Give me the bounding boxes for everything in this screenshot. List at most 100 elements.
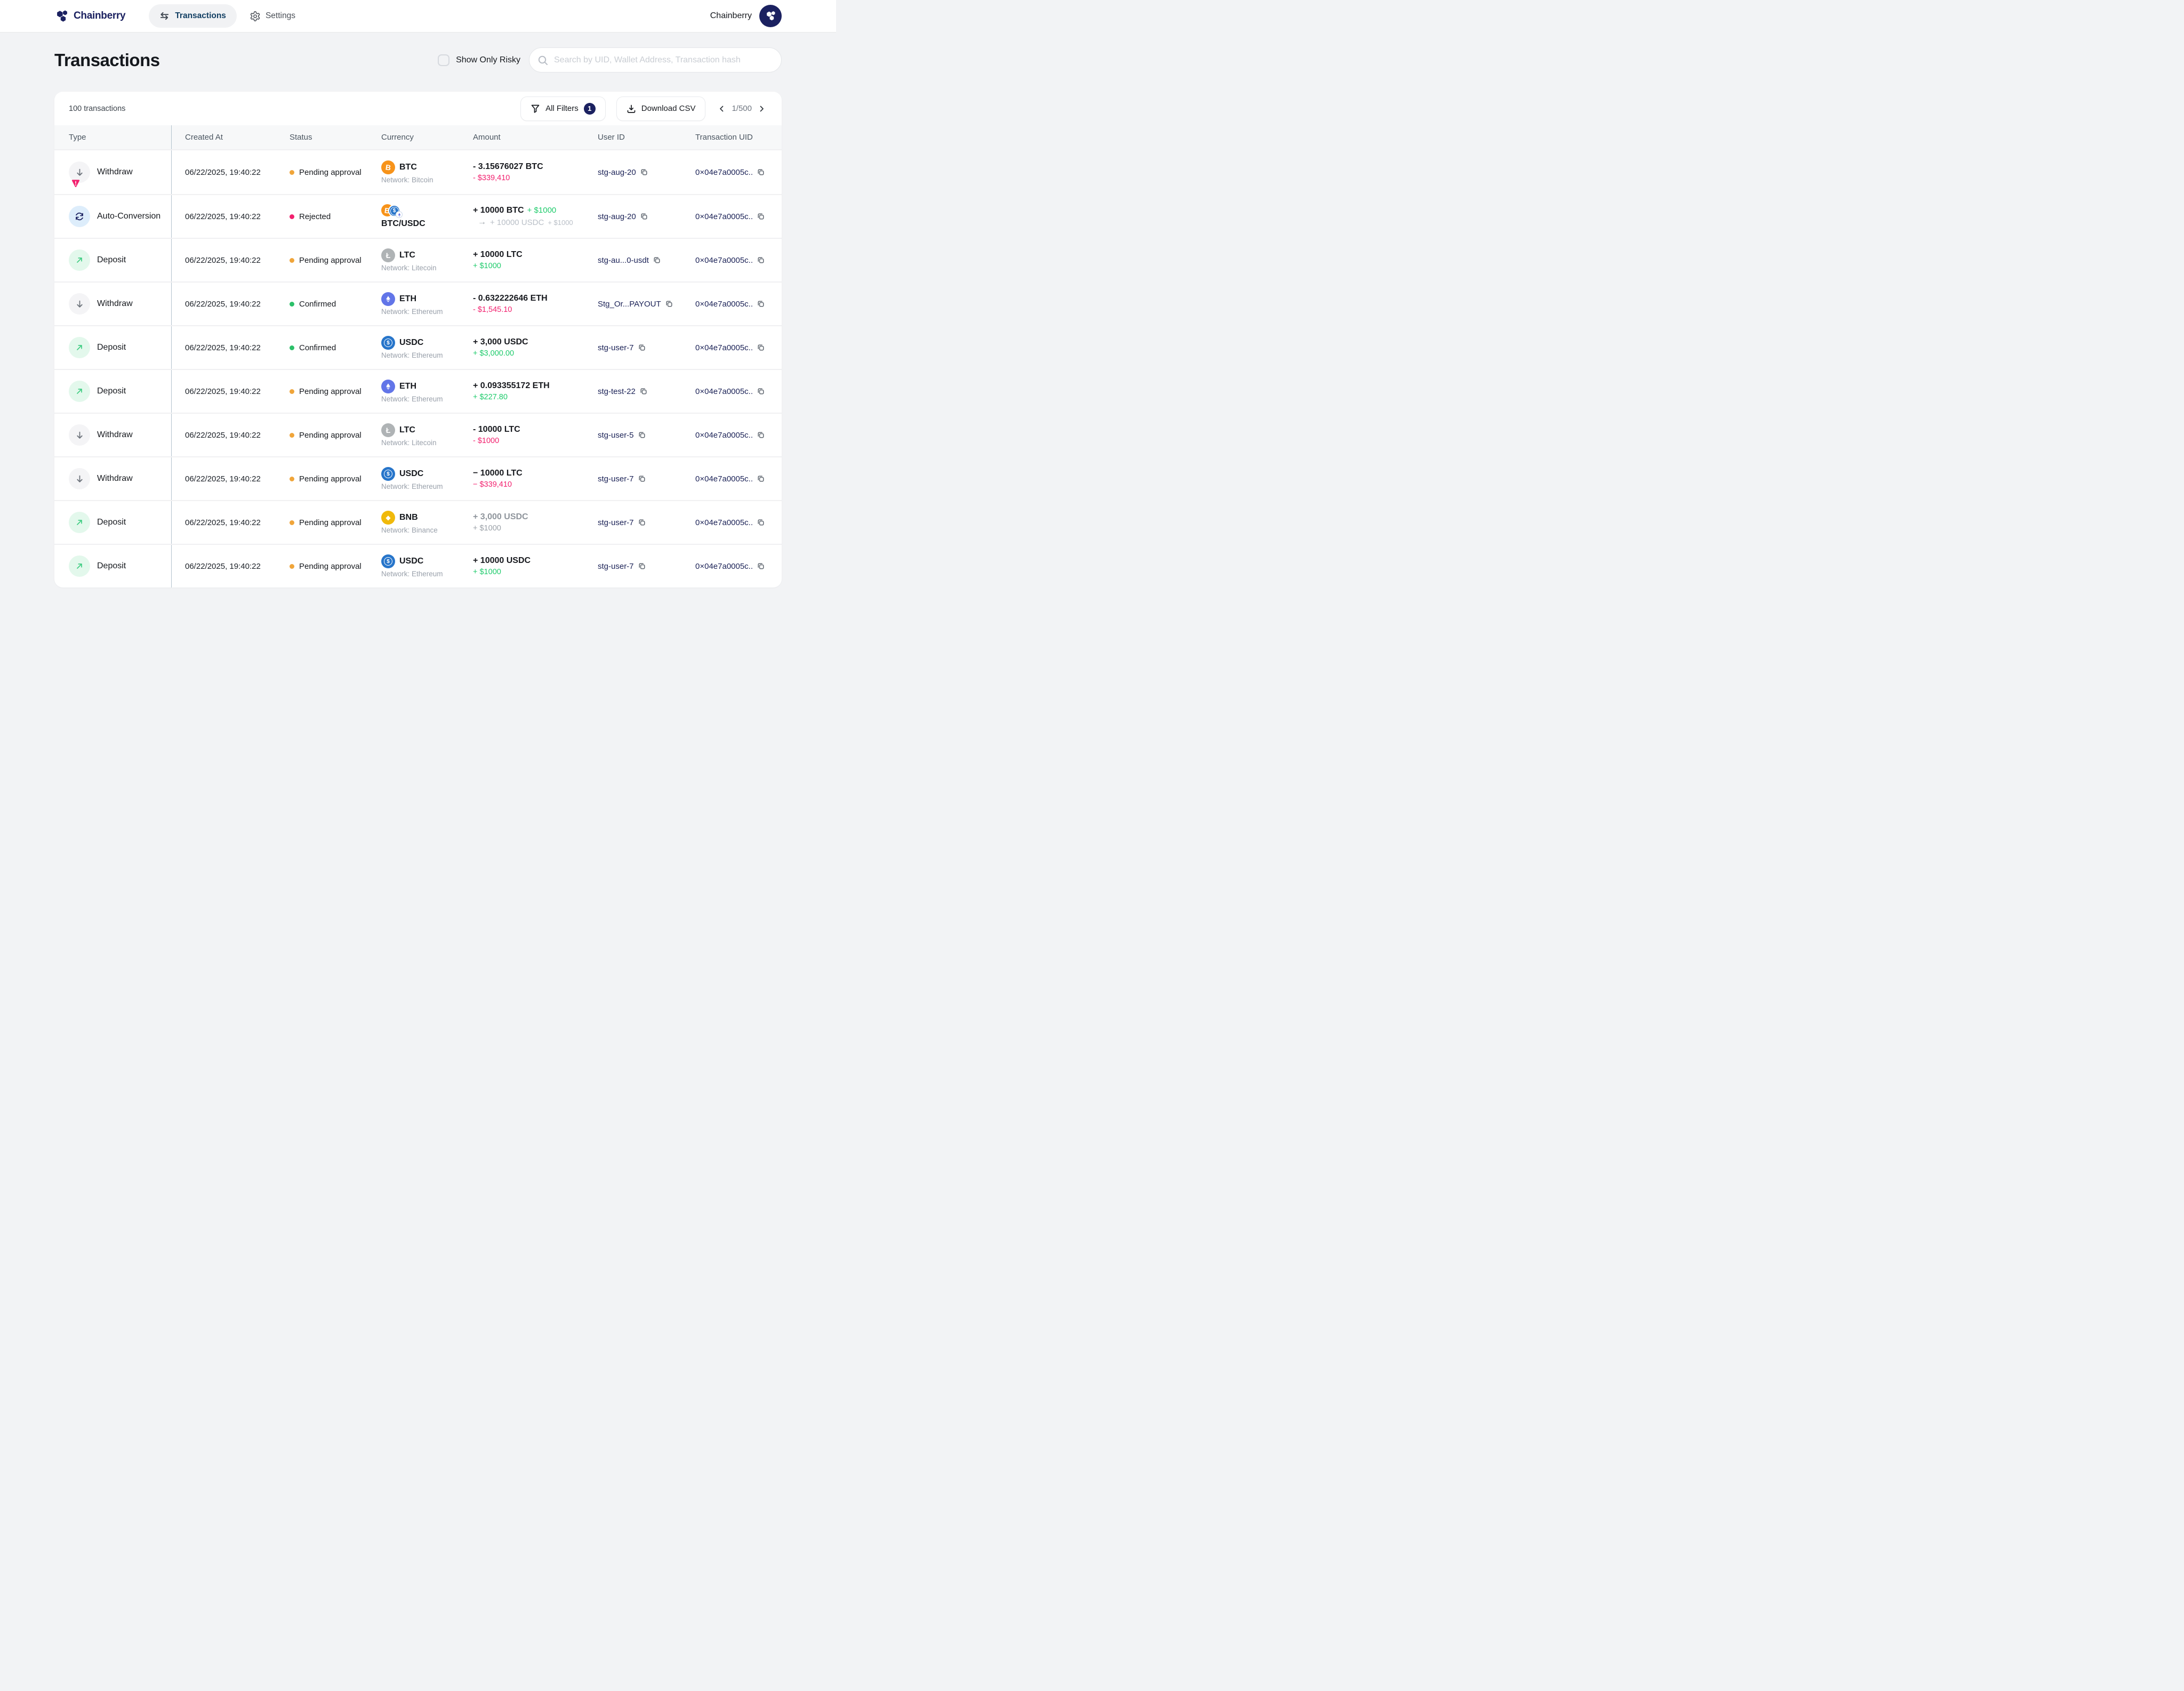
transaction-uid-cell: 0×04e7a0005c..	[695, 457, 782, 500]
copy-uid-button[interactable]	[757, 212, 765, 221]
type-label: Withdraw	[97, 299, 133, 309]
transactions-count: 100 transactions	[69, 104, 125, 113]
table-row[interactable]: Withdraw06/22/2025, 19:40:22ConfirmedETH…	[54, 281, 782, 325]
transaction-uid: 0×04e7a0005c..	[695, 562, 753, 571]
user-id: stg-au...0-usdt	[598, 256, 649, 265]
copy-user-id-button[interactable]	[653, 256, 661, 264]
page-indicator: 1/500	[732, 104, 752, 113]
copy-uid-button[interactable]	[757, 300, 765, 308]
col-type: Type	[54, 125, 172, 149]
amount-crypto: - 0.632222646 ETH	[473, 294, 548, 303]
table-body: Withdraw06/22/2025, 19:40:22Pending appr…	[54, 150, 782, 587]
copy-uid-button[interactable]	[757, 562, 765, 570]
type-label: Deposit	[97, 518, 126, 527]
prev-page-button[interactable]	[716, 103, 727, 115]
currency-symbol: BTC	[399, 163, 417, 172]
copy-user-id-button[interactable]	[640, 168, 648, 176]
all-filters-button[interactable]: All Filters 1	[520, 96, 606, 121]
page-title: Transactions	[54, 50, 160, 70]
brand[interactable]: Chainberry	[54, 9, 125, 23]
amount-fiat: - $1000	[473, 437, 499, 445]
amount-fiat: + $1000	[473, 262, 501, 270]
table-row[interactable]: Deposit06/22/2025, 19:40:22Pending appro…	[54, 500, 782, 544]
status-dot	[290, 389, 294, 394]
copy-user-id-button[interactable]	[638, 431, 646, 439]
created-at-cell: 06/22/2025, 19:40:22	[172, 239, 290, 281]
show-only-risky-toggle[interactable]: Show Only Risky	[438, 54, 520, 66]
risky-checkbox[interactable]	[438, 54, 449, 66]
copy-user-id-button[interactable]	[640, 212, 648, 221]
copy-user-id-button[interactable]	[638, 343, 646, 352]
table-row[interactable]: Deposit06/22/2025, 19:40:22Confirmed$USD…	[54, 325, 782, 369]
copy-user-id-button[interactable]	[665, 300, 673, 308]
created-at-cell: 06/22/2025, 19:40:22	[172, 150, 290, 194]
next-page-button[interactable]	[757, 103, 767, 115]
created-at-cell: 06/22/2025, 19:40:22	[172, 457, 290, 500]
status-dot	[290, 302, 294, 307]
currency-symbol: LTC	[399, 251, 415, 260]
transaction-uid: 0×04e7a0005c..	[695, 518, 753, 527]
amount-cell: - 0.632222646 ETH- $1,545.10	[473, 283, 598, 325]
amount-crypto: - 3.15676027 BTC	[473, 162, 543, 171]
amount-fiat: + $1000	[473, 524, 501, 533]
copy-uid-button[interactable]	[757, 518, 765, 527]
conversion-fiat: + $1000	[548, 219, 573, 227]
col-amount: Amount	[473, 133, 598, 142]
type-label: Withdraw	[97, 474, 133, 484]
amount-fiat: − $339,410	[473, 480, 512, 489]
copy-uid-button[interactable]	[757, 431, 765, 439]
nav-transactions[interactable]: Transactions	[149, 4, 237, 28]
transaction-uid: 0×04e7a0005c..	[695, 212, 753, 221]
status-cell: Pending approval	[290, 414, 381, 456]
eth-icon	[381, 292, 395, 306]
created-at-cell: 06/22/2025, 19:40:22	[172, 545, 290, 587]
copy-uid-button[interactable]	[757, 343, 765, 352]
status-dot	[290, 564, 294, 569]
search-input[interactable]	[529, 47, 782, 73]
table-row[interactable]: Auto-Conversion06/22/2025, 19:40:22Rejec…	[54, 194, 782, 238]
type-cell: Withdraw	[54, 457, 172, 500]
amount-crypto: + 3,000 USDC	[473, 512, 528, 521]
type-label: Withdraw	[97, 430, 133, 440]
ltc-icon: Ł	[381, 248, 395, 262]
type-cell: Deposit	[54, 501, 172, 544]
avatar[interactable]	[759, 5, 782, 27]
amount-cell: + 10000 LTC+ $1000	[473, 239, 598, 281]
header-right: Chainberry	[710, 5, 782, 27]
table-row[interactable]: Deposit06/22/2025, 19:40:22Pending appro…	[54, 544, 782, 587]
currency-cell: $USDCNetwork: Ethereum	[381, 326, 473, 369]
table-row[interactable]: Deposit06/22/2025, 19:40:22Pending appro…	[54, 238, 782, 281]
amount-fiat: + $3,000.00	[473, 349, 514, 358]
status-label: Pending approval	[299, 562, 362, 571]
copy-user-id-button[interactable]	[638, 518, 646, 527]
user-id-cell: stg-au...0-usdt	[598, 239, 695, 281]
copy-user-id-button[interactable]	[638, 562, 646, 570]
copy-user-id-button[interactable]	[639, 387, 648, 396]
amount-cell: - 3.15676027 BTC- $339,410	[473, 150, 598, 194]
amount-cell: + 3,000 USDC + $1000	[473, 501, 598, 544]
copy-uid-button[interactable]	[757, 256, 765, 264]
created-at-cell: 06/22/2025, 19:40:22	[172, 501, 290, 544]
filter-funnel-icon	[531, 104, 540, 114]
deposit-icon	[69, 512, 90, 533]
network-label: Network: Ethereum	[381, 395, 443, 403]
copy-uid-button[interactable]	[757, 168, 765, 176]
transactions-card: 100 transactions All Filters 1 Download	[54, 92, 782, 587]
user-id-cell: stg-user-7	[598, 501, 695, 544]
nav-settings[interactable]: Settings	[246, 11, 299, 22]
download-csv-button[interactable]: Download CSV	[616, 96, 706, 121]
table-row[interactable]: Deposit06/22/2025, 19:40:22Pending appro…	[54, 369, 782, 413]
status-label: Confirmed	[299, 300, 336, 309]
currency-cell: ETHNetwork: Ethereum	[381, 283, 473, 325]
copy-uid-button[interactable]	[757, 387, 765, 396]
network-label: Network: Ethereum	[381, 351, 443, 359]
table-row[interactable]: Withdraw06/22/2025, 19:40:22Pending appr…	[54, 150, 782, 194]
copy-user-id-button[interactable]	[638, 474, 646, 483]
arrow-right-icon: →	[478, 218, 486, 227]
table-row[interactable]: Withdraw06/22/2025, 19:40:22Pending appr…	[54, 413, 782, 456]
copy-uid-button[interactable]	[757, 474, 765, 483]
table-row[interactable]: Withdraw06/22/2025, 19:40:22Pending appr…	[54, 456, 782, 500]
withdraw-icon	[69, 293, 90, 315]
col-currency: Currency	[381, 133, 473, 142]
pagination: 1/500	[716, 103, 767, 115]
